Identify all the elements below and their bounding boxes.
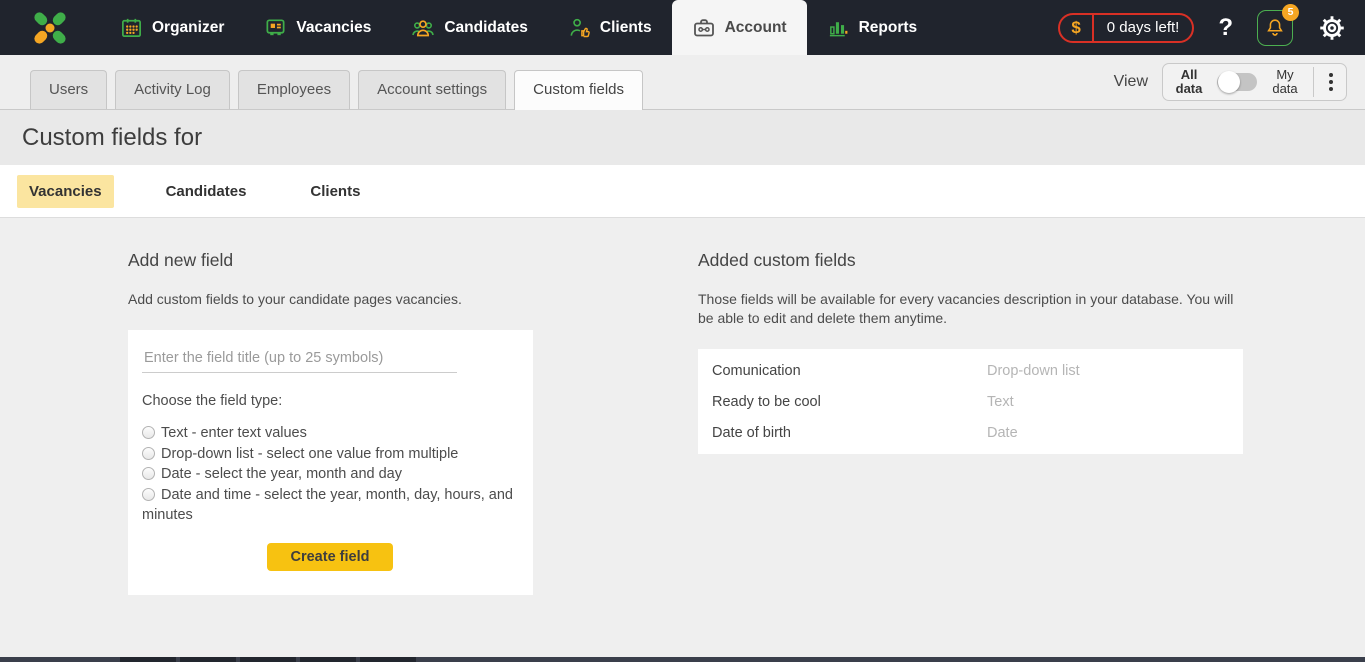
data-view-toggle[interactable]: [1217, 73, 1257, 91]
toggle-knob: [1218, 71, 1240, 93]
entity-tabs: Vacancies Candidates Clients: [0, 165, 1365, 218]
field-name: Ready to be cool: [712, 394, 987, 410]
added-fields-table: Comunication Drop-down list Ready to be …: [698, 349, 1243, 454]
added-fields-heading: Added custom fields: [698, 250, 1243, 271]
dollar-icon: $: [1060, 15, 1093, 41]
radio-option-date[interactable]: Date - select the year, month and day: [142, 464, 518, 485]
tab-activity-log[interactable]: Activity Log: [115, 70, 230, 109]
entity-tab-vacancies[interactable]: Vacancies: [17, 175, 114, 208]
account-section-tabs: Users Activity Log Employees Account set…: [0, 55, 1365, 110]
bar-chart-icon: [827, 16, 850, 39]
field-type: Date: [987, 425, 1018, 441]
nav-item-clients[interactable]: Clients: [548, 0, 672, 55]
view-label: View: [1114, 73, 1148, 91]
custom-fields-content: Add new field Add custom fields to your …: [0, 218, 1365, 662]
nav-item-reports[interactable]: Reports: [807, 0, 938, 55]
radio-label: Text - enter text values: [161, 425, 307, 441]
vacancy-card-icon: [264, 16, 287, 39]
help-button[interactable]: ?: [1218, 14, 1233, 42]
field-type-label: Choose the field type:: [142, 393, 518, 409]
tab-users[interactable]: Users: [30, 70, 107, 109]
radio-option-text[interactable]: Text - enter text values: [142, 423, 518, 444]
table-row[interactable]: Comunication Drop-down list: [698, 355, 1243, 386]
bell-icon: [1264, 17, 1286, 39]
nav-item-organizer[interactable]: Organizer: [100, 0, 244, 55]
entity-tab-clients[interactable]: Clients: [298, 175, 372, 208]
gear-icon: [1317, 13, 1347, 43]
table-row[interactable]: Date of birth Date: [698, 417, 1243, 448]
added-custom-fields-section: Added custom fields Those fields will be…: [698, 250, 1243, 662]
added-fields-description: Those fields will be available for every…: [698, 290, 1243, 328]
field-title-input[interactable]: [142, 347, 457, 373]
nav-label: Reports: [859, 19, 918, 37]
view-switch-group: All data My data: [1162, 63, 1347, 101]
all-data-label[interactable]: All data: [1171, 68, 1207, 95]
calendar-icon: [120, 16, 143, 39]
top-navigation-bar: Organizer Vacancies: [0, 0, 1365, 55]
my-data-label[interactable]: My data: [1267, 68, 1303, 95]
more-options-kebab-icon[interactable]: [1324, 69, 1338, 95]
client-thumbsup-icon: [568, 16, 591, 39]
entity-tab-candidates[interactable]: Candidates: [154, 175, 259, 208]
page-title-band: Custom fields for: [0, 110, 1365, 165]
settings-button[interactable]: [1317, 13, 1347, 43]
radio-label: Date and time - select the year, month, …: [142, 487, 513, 524]
nav-label: Organizer: [152, 19, 224, 37]
add-field-heading: Add new field: [128, 250, 533, 271]
radio-icon[interactable]: [142, 488, 155, 501]
nav-item-vacancies[interactable]: Vacancies: [244, 0, 391, 55]
nav-label: Clients: [600, 19, 652, 37]
view-switch-area: View All data My data: [1114, 63, 1365, 101]
clover-logo-icon: [28, 6, 72, 50]
field-type: Drop-down list: [987, 363, 1080, 379]
add-new-field-section: Add new field Add custom fields to your …: [128, 250, 533, 662]
tab-account-settings[interactable]: Account settings: [358, 70, 506, 109]
trial-days-left-badge[interactable]: $ 0 days left!: [1058, 13, 1194, 43]
field-name: Date of birth: [712, 425, 987, 441]
nav-item-candidates[interactable]: Candidates: [391, 0, 548, 55]
field-name: Comunication: [712, 363, 987, 379]
app-logo[interactable]: [0, 0, 100, 55]
nav-label: Account: [725, 19, 787, 37]
radio-label: Drop-down list - select one value from m…: [161, 446, 458, 462]
trial-days-left-text: 0 days left!: [1094, 19, 1193, 36]
page-title: Custom fields for: [22, 124, 202, 152]
radio-icon[interactable]: [142, 426, 155, 439]
bottom-taskbar-edge: [0, 657, 1365, 662]
main-nav: Organizer Vacancies: [100, 0, 937, 55]
nav-label: Candidates: [444, 19, 528, 37]
divider: [1313, 67, 1314, 97]
people-group-icon: [411, 16, 435, 40]
table-row[interactable]: Ready to be cool Text: [698, 386, 1243, 417]
radio-option-dropdown[interactable]: Drop-down list - select one value from m…: [142, 444, 518, 465]
add-field-card: Choose the field type: Text - enter text…: [128, 330, 533, 595]
tab-employees[interactable]: Employees: [238, 70, 350, 109]
tab-custom-fields[interactable]: Custom fields: [514, 70, 643, 110]
notification-count-badge: 5: [1282, 4, 1299, 21]
radio-icon[interactable]: [142, 467, 155, 480]
briefcase-icon: [692, 16, 716, 40]
notifications-button[interactable]: 5: [1257, 10, 1293, 46]
radio-option-datetime[interactable]: Date and time - select the year, month, …: [142, 485, 518, 526]
field-type: Text: [987, 394, 1014, 410]
nav-label: Vacancies: [296, 19, 371, 37]
topbar-right-controls: $ 0 days left! ? 5: [1058, 0, 1365, 55]
nav-item-account[interactable]: Account: [672, 0, 807, 55]
add-field-description: Add custom fields to your candidate page…: [128, 290, 533, 309]
radio-label: Date - select the year, month and day: [161, 466, 402, 482]
radio-icon[interactable]: [142, 447, 155, 460]
create-field-button[interactable]: Create field: [267, 543, 394, 571]
